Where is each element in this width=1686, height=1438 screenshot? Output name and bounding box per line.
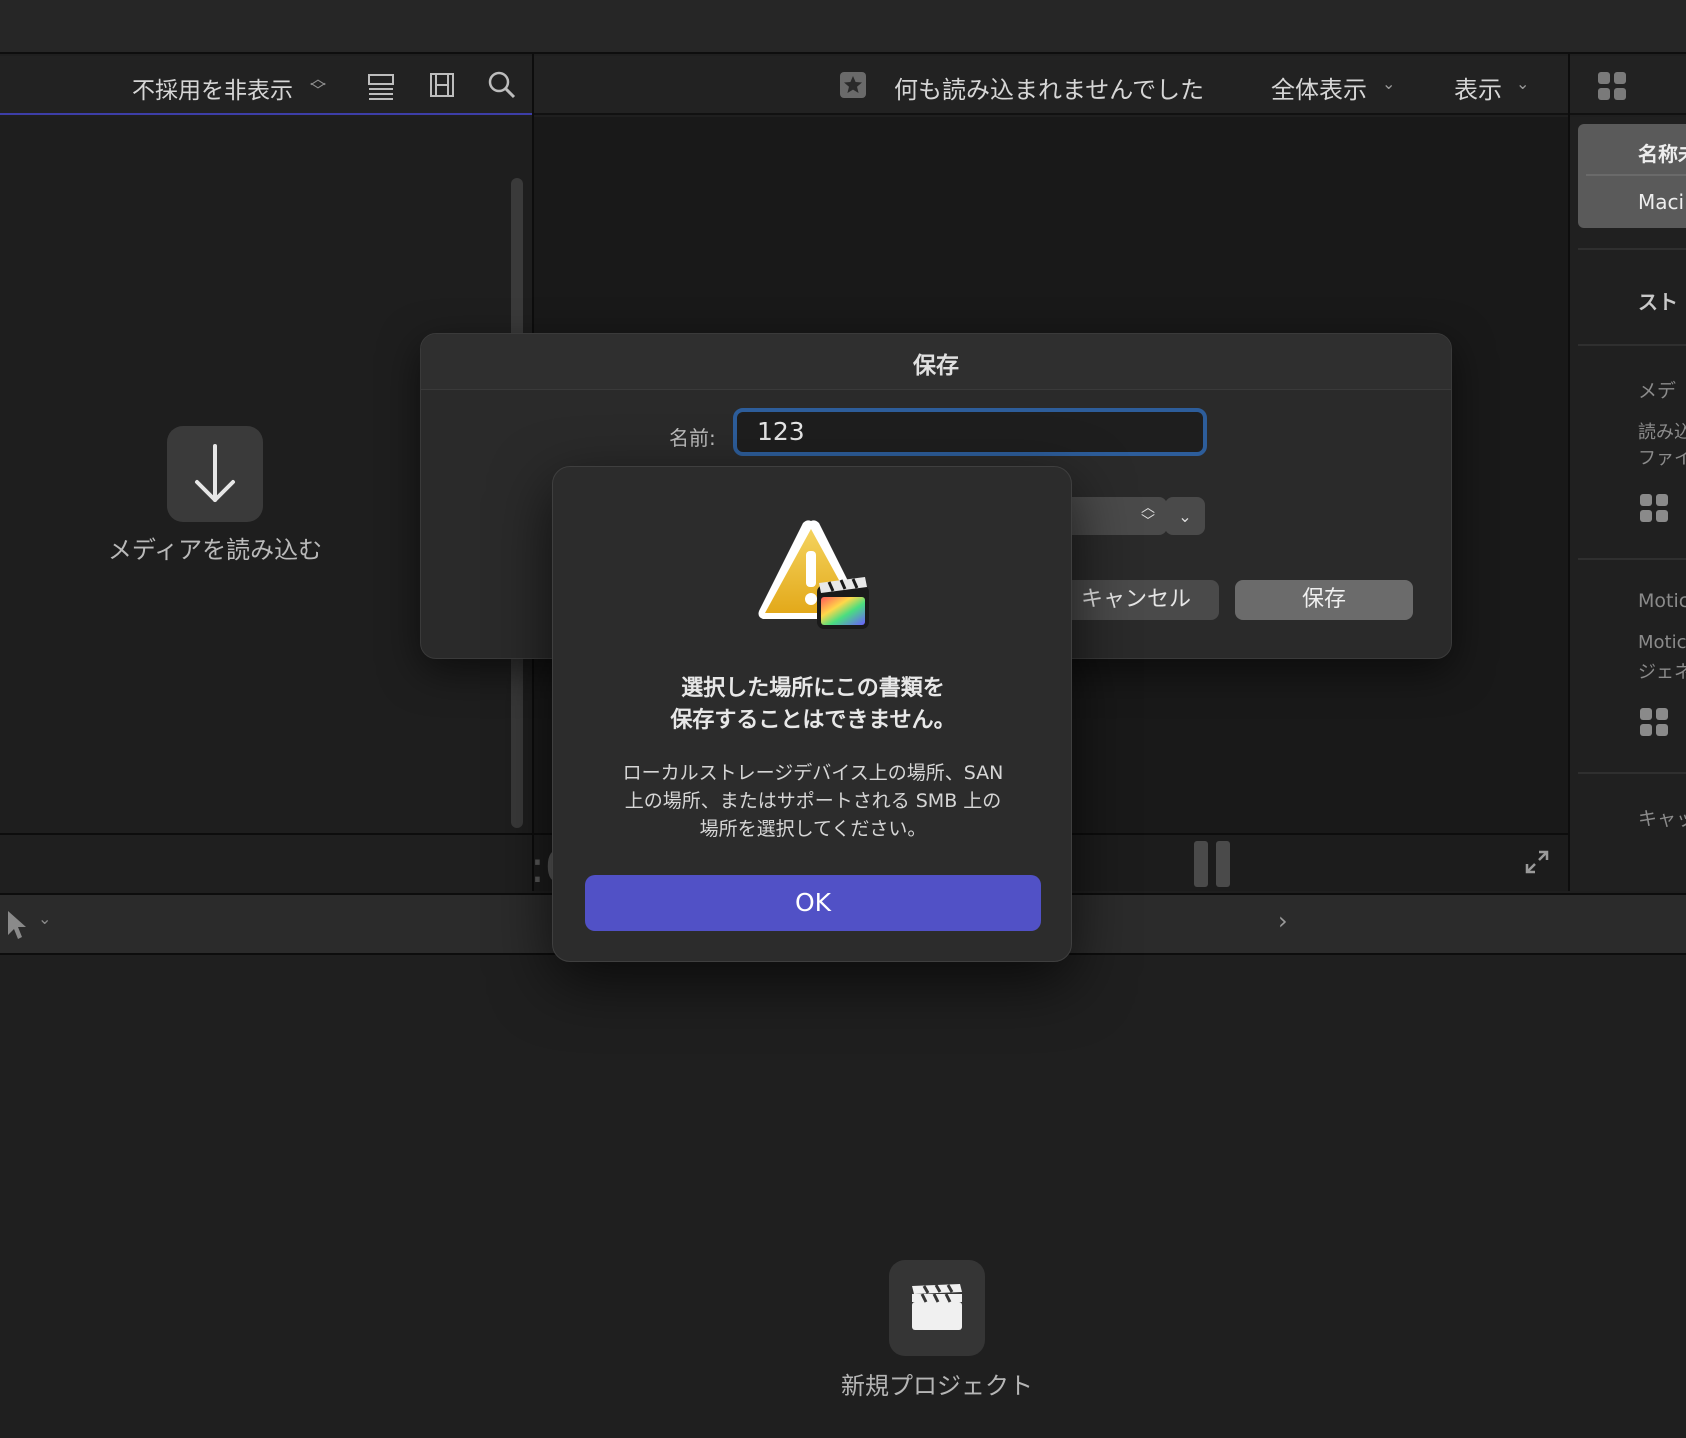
alert-title-line: 保存することはできません。: [670, 708, 956, 733]
divider: [1578, 772, 1686, 774]
import-status-text: 何も読み込まれませんでした: [894, 76, 1205, 104]
save-button[interactable]: 保存: [1235, 580, 1413, 620]
media-import-text: 読み込: [1638, 422, 1686, 443]
new-project-label: 新規プロジェクト: [841, 1372, 1033, 1400]
fullscreen-icon[interactable]: [1522, 847, 1552, 877]
alert-message-line: ローカルストレージデバイス上の場所、SAN: [622, 762, 1004, 784]
search-icon[interactable]: [487, 70, 517, 100]
audio-meter-bar: [1216, 841, 1230, 887]
divider: [1578, 344, 1686, 346]
title-bar: [0, 0, 1686, 54]
clip-filter-popup[interactable]: 不採用を非表示: [132, 71, 293, 105]
library-name: 名称未: [1638, 142, 1686, 166]
inspector-toolbar: [1570, 56, 1686, 115]
divider: [1586, 174, 1686, 176]
storage-locations-label: スト: [1638, 290, 1678, 314]
chevron-right-icon[interactable]: ›: [1278, 907, 1288, 935]
final-cut-window: 不採用を非表示 ︿ ﹀ 何も読み込まれませんでした 全体表示 ⌄ 表示 ⌄ メデ…: [0, 0, 1686, 1438]
divider: [1578, 558, 1686, 560]
import-arrow-icon: [195, 444, 235, 502]
name-input[interactable]: 123: [733, 408, 1207, 456]
chevron-down-icon: ⌄: [1178, 506, 1192, 526]
alert-dialog: 選択した場所にこの書類を 保存することはできません。 ローカルストレージデバイス…: [552, 466, 1072, 962]
alert-message: ローカルストレージデバイス上の場所、SAN 上の場所、またはサポートされる SM…: [593, 759, 1033, 843]
chevron-updown-icon: ︿ ﹀: [1141, 500, 1155, 530]
alert-title-line: 選択した場所にこの書類を: [681, 676, 945, 701]
list-view-icon[interactable]: [366, 72, 396, 100]
chevron-down-icon[interactable]: ⌄: [1382, 74, 1395, 93]
warning-icon: [758, 520, 869, 629]
media-import-text: ファイ: [1638, 448, 1686, 469]
motion-text: Motic: [1638, 632, 1686, 653]
star-icon[interactable]: [839, 71, 867, 99]
name-field-label: 名前:: [669, 426, 716, 450]
view-popup[interactable]: 表示: [1454, 70, 1502, 105]
expand-button[interactable]: ⌄: [1165, 497, 1205, 535]
alert-message-line: 上の場所、またはサポートされる SMB 上の: [624, 790, 1002, 812]
pointer-icon[interactable]: [4, 909, 30, 941]
zoom-popup[interactable]: 全体表示: [1271, 70, 1367, 105]
chevron-down-icon[interactable]: ⌄: [38, 909, 51, 928]
motion-text: ジェネ: [1638, 662, 1686, 683]
browser-toolbar: 不採用を非表示 ︿ ﹀: [0, 56, 532, 115]
grid-icon[interactable]: [1638, 706, 1670, 738]
divider: [1578, 248, 1686, 250]
import-media-button[interactable]: [167, 426, 263, 522]
grid-icon[interactable]: [1638, 492, 1670, 524]
viewer-toolbar: 何も読み込まれませんでした 全体表示 ⌄ 表示 ⌄: [534, 56, 1568, 115]
import-media-label: メディアを読み込む: [107, 536, 323, 564]
alert-message-line: 場所を選択してください。: [699, 818, 927, 840]
audio-meter-bar: [1194, 841, 1208, 887]
chevron-updown-icon[interactable]: ︿ ﹀: [310, 71, 326, 99]
save-dialog-title: 保存: [913, 353, 959, 379]
alert-title: 選択した場所にこの書類を 保存することはできません。: [573, 673, 1053, 737]
filmstrip-icon[interactable]: [428, 71, 456, 99]
new-project-button[interactable]: [889, 1260, 985, 1356]
library-location: Maci: [1638, 190, 1685, 214]
inspector-grid-icon[interactable]: [1596, 70, 1628, 102]
ok-button[interactable]: OK: [585, 875, 1041, 931]
cache-section-label: キャッ: [1638, 808, 1686, 830]
browser-footer: [0, 833, 532, 891]
clapper-icon: [912, 1284, 962, 1330]
media-section-label: メデ: [1638, 380, 1677, 402]
motion-section-label: Motic: [1638, 590, 1686, 612]
chevron-down-icon[interactable]: ⌄: [1516, 74, 1529, 93]
